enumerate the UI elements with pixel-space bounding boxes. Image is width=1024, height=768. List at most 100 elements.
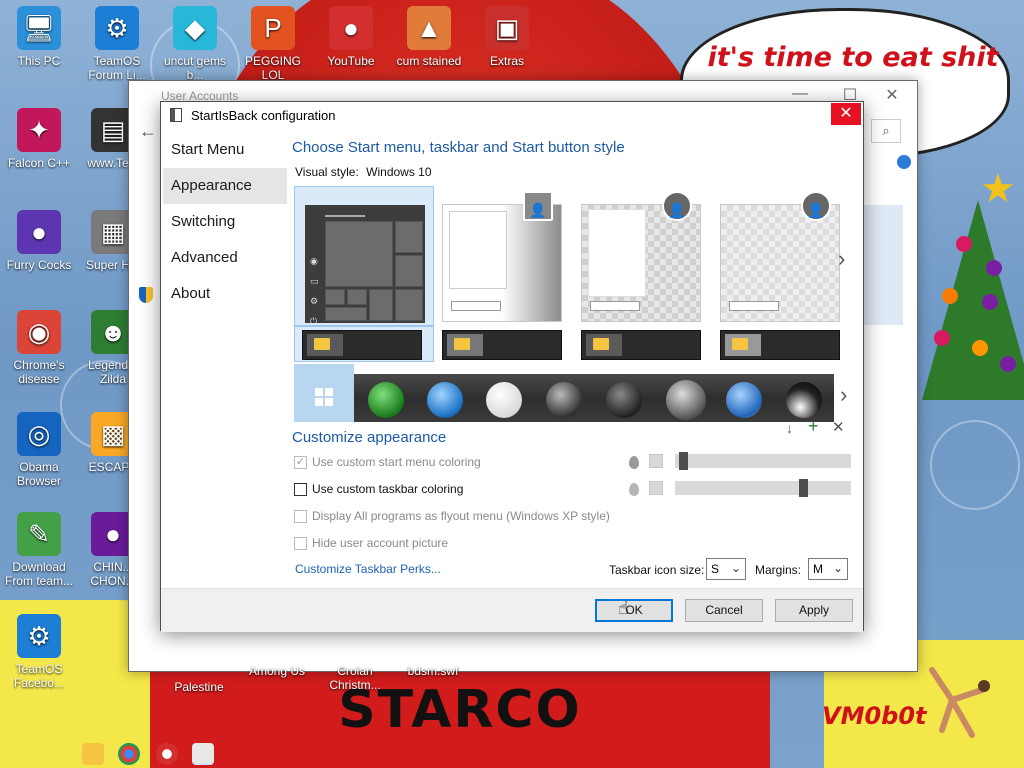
desktop-icon-label: Falcon C++ xyxy=(7,156,71,170)
desktop-icon-label: PEGGING LOL xyxy=(244,54,301,82)
color-swatch[interactable] xyxy=(649,454,663,468)
opacity-slider[interactable] xyxy=(675,452,851,470)
folder-icon xyxy=(732,338,748,350)
download-icon[interactable]: ↓ xyxy=(786,420,793,436)
desktop-icon-label: YouTube xyxy=(327,54,375,68)
margins-value: M xyxy=(813,562,823,576)
christmas-tree-decoration: ★ xyxy=(912,167,1024,410)
desktop-icon[interactable]: ◉ Chrome's disease xyxy=(2,310,76,386)
desktop-icon[interactable]: ● Furry Cocks xyxy=(2,210,76,272)
start-orb-vista-icon[interactable] xyxy=(726,382,762,418)
diamond-icon: ◆ xyxy=(173,6,217,50)
desktop-icon-label: This PC xyxy=(17,54,61,68)
start-orb-win7-icon[interactable] xyxy=(427,382,463,418)
desktop-icon[interactable]: ✎ Download From team... xyxy=(2,512,76,588)
desktop-icon-label[interactable]: Crolan Christm... xyxy=(318,664,392,692)
icon-size-label: Taskbar icon size: xyxy=(609,563,705,577)
desktop-icon-label: Download From team... xyxy=(4,560,73,588)
ok-button[interactable]: OK xyxy=(595,599,673,622)
desktop-icon-label[interactable]: bdsm.swf xyxy=(396,664,470,678)
checkbox[interactable] xyxy=(294,482,307,496)
nav-item-start-menu[interactable]: Start Menu xyxy=(163,132,287,168)
nav-item-about[interactable]: About xyxy=(163,276,287,312)
start-orb-mono-icon[interactable] xyxy=(786,382,822,418)
option-hide-account-picture[interactable]: Hide user account picture xyxy=(294,536,448,550)
start-menu-style-classic[interactable]: 👤 xyxy=(581,191,701,322)
chrome-icon[interactable] xyxy=(118,743,140,765)
help-icon[interactable] xyxy=(897,155,911,169)
slider-thumb[interactable] xyxy=(799,479,808,497)
option-custom-taskbar-coloring[interactable]: Use custom taskbar coloring xyxy=(294,482,463,496)
section-heading: Choose Start menu, taskbar and Start but… xyxy=(292,139,625,156)
desktop-icon[interactable]: ▣ Extras xyxy=(470,6,544,68)
start-orb-glass-icon[interactable] xyxy=(666,380,706,420)
folder-icon xyxy=(314,338,330,350)
chevron-right-icon[interactable]: › xyxy=(840,382,847,408)
start-orb-white-icon[interactable] xyxy=(486,382,522,418)
checkbox[interactable] xyxy=(294,536,307,550)
opacity-slider[interactable] xyxy=(675,479,851,497)
close-button[interactable]: ✕ xyxy=(831,103,861,125)
desktop-icon-label: TeamOS Forum Li... xyxy=(88,54,146,82)
start-orb-black-icon[interactable] xyxy=(606,382,642,418)
icon-size-select[interactable]: S ⌄ xyxy=(706,558,746,580)
add-icon[interactable]: + xyxy=(808,416,819,437)
app-icon[interactable] xyxy=(156,743,178,765)
nav-item-advanced[interactable]: Advanced xyxy=(163,240,287,276)
margins-select[interactable]: M ⌄ xyxy=(808,558,848,580)
desktop-icon[interactable]: P PEGGING LOL xyxy=(236,6,310,82)
appearance-panel: Choose Start menu, taskbar and Start but… xyxy=(292,132,862,602)
desktop-icon[interactable]: ● YouTube xyxy=(314,6,388,68)
file-explorer-icon[interactable] xyxy=(82,743,104,765)
option-flyout-menu[interactable]: Display All programs as flyout menu (Win… xyxy=(294,509,610,523)
startisback-taskbar-icon[interactable] xyxy=(192,743,214,765)
color-drop-icon xyxy=(629,456,639,469)
desktop-icon[interactable]: ◆ uncut gems b... xyxy=(158,6,232,82)
desktop-icon[interactable]: ⚙ TeamOS Forum Li... xyxy=(80,6,154,82)
windows-logo-icon[interactable] xyxy=(315,388,333,406)
desktop-icon-label[interactable]: Among Us xyxy=(240,664,314,678)
cancel-button[interactable]: Cancel xyxy=(685,599,763,622)
option-custom-start-coloring[interactable]: ✓ Use custom start menu coloring xyxy=(294,455,481,469)
start-menu-style-windows7[interactable]: 👤 xyxy=(442,191,562,322)
desktop-icon[interactable]: ▲ cum stained xyxy=(392,6,466,68)
gift-icon: ▣ xyxy=(485,6,529,50)
color-swatch[interactable] xyxy=(649,481,663,495)
dialog-button-bar: OK Cancel Apply xyxy=(161,588,863,632)
slider-thumb[interactable] xyxy=(679,452,688,470)
desktop-icon[interactable]: 🖥 This PC xyxy=(2,6,76,68)
taskbar-style-3[interactable] xyxy=(581,330,701,360)
visual-style-row: Visual style: Windows 10 xyxy=(295,165,432,179)
obama-icon: ◎ xyxy=(17,412,61,456)
notepad-icon: ✎ xyxy=(17,512,61,556)
close-button[interactable]: ✕ xyxy=(877,85,907,107)
desktop-icon[interactable]: ✦ Falcon C++ xyxy=(2,108,76,170)
start-orb-dark-icon[interactable] xyxy=(546,382,582,418)
chevron-right-icon[interactable]: › xyxy=(838,246,845,272)
taskbar-style-1[interactable] xyxy=(302,330,422,360)
desktop-icon[interactable]: ⚙ TeamOS Facebo... xyxy=(2,614,76,690)
user-avatar-icon: 👤 xyxy=(662,191,692,221)
customize-perks-link[interactable]: Customize Taskbar Perks... xyxy=(295,562,441,576)
desktop-icon-label[interactable]: Palestine xyxy=(162,680,236,694)
start-menu-style-plain[interactable]: 👤 xyxy=(720,191,840,322)
taskbar-style-4[interactable] xyxy=(720,330,840,360)
taskbar-style-2[interactable] xyxy=(442,330,562,360)
nav-item-switching[interactable]: Switching xyxy=(163,204,287,240)
start-orb-green-icon[interactable] xyxy=(368,382,404,418)
desktop-icon-label: Extras xyxy=(489,54,524,68)
desktop-icon[interactable]: ◎ Obama Browser xyxy=(2,412,76,488)
apply-button[interactable]: Apply xyxy=(775,599,853,622)
remove-icon[interactable]: ✕ xyxy=(832,418,845,436)
visual-style-label: Visual style: xyxy=(295,165,359,179)
desktop-icon-label: Obama Browser xyxy=(16,460,61,488)
checkbox[interactable] xyxy=(294,509,307,523)
nav-item-appearance[interactable]: Appearance xyxy=(163,168,287,204)
back-arrow-icon[interactable]: ← xyxy=(139,121,157,142)
start-menu-style-windows10[interactable]: ◉ ▭ ⚙ ⏻ xyxy=(294,186,434,326)
startisback-dialog: StartIsBack configuration ✕ Start Menu A… xyxy=(160,101,864,632)
chrome-icon: ◉ xyxy=(17,310,61,354)
checkbox[interactable]: ✓ xyxy=(294,455,307,469)
search-icon[interactable]: ⌕ xyxy=(871,119,901,143)
wallpaper-text: STARCO xyxy=(338,680,582,740)
